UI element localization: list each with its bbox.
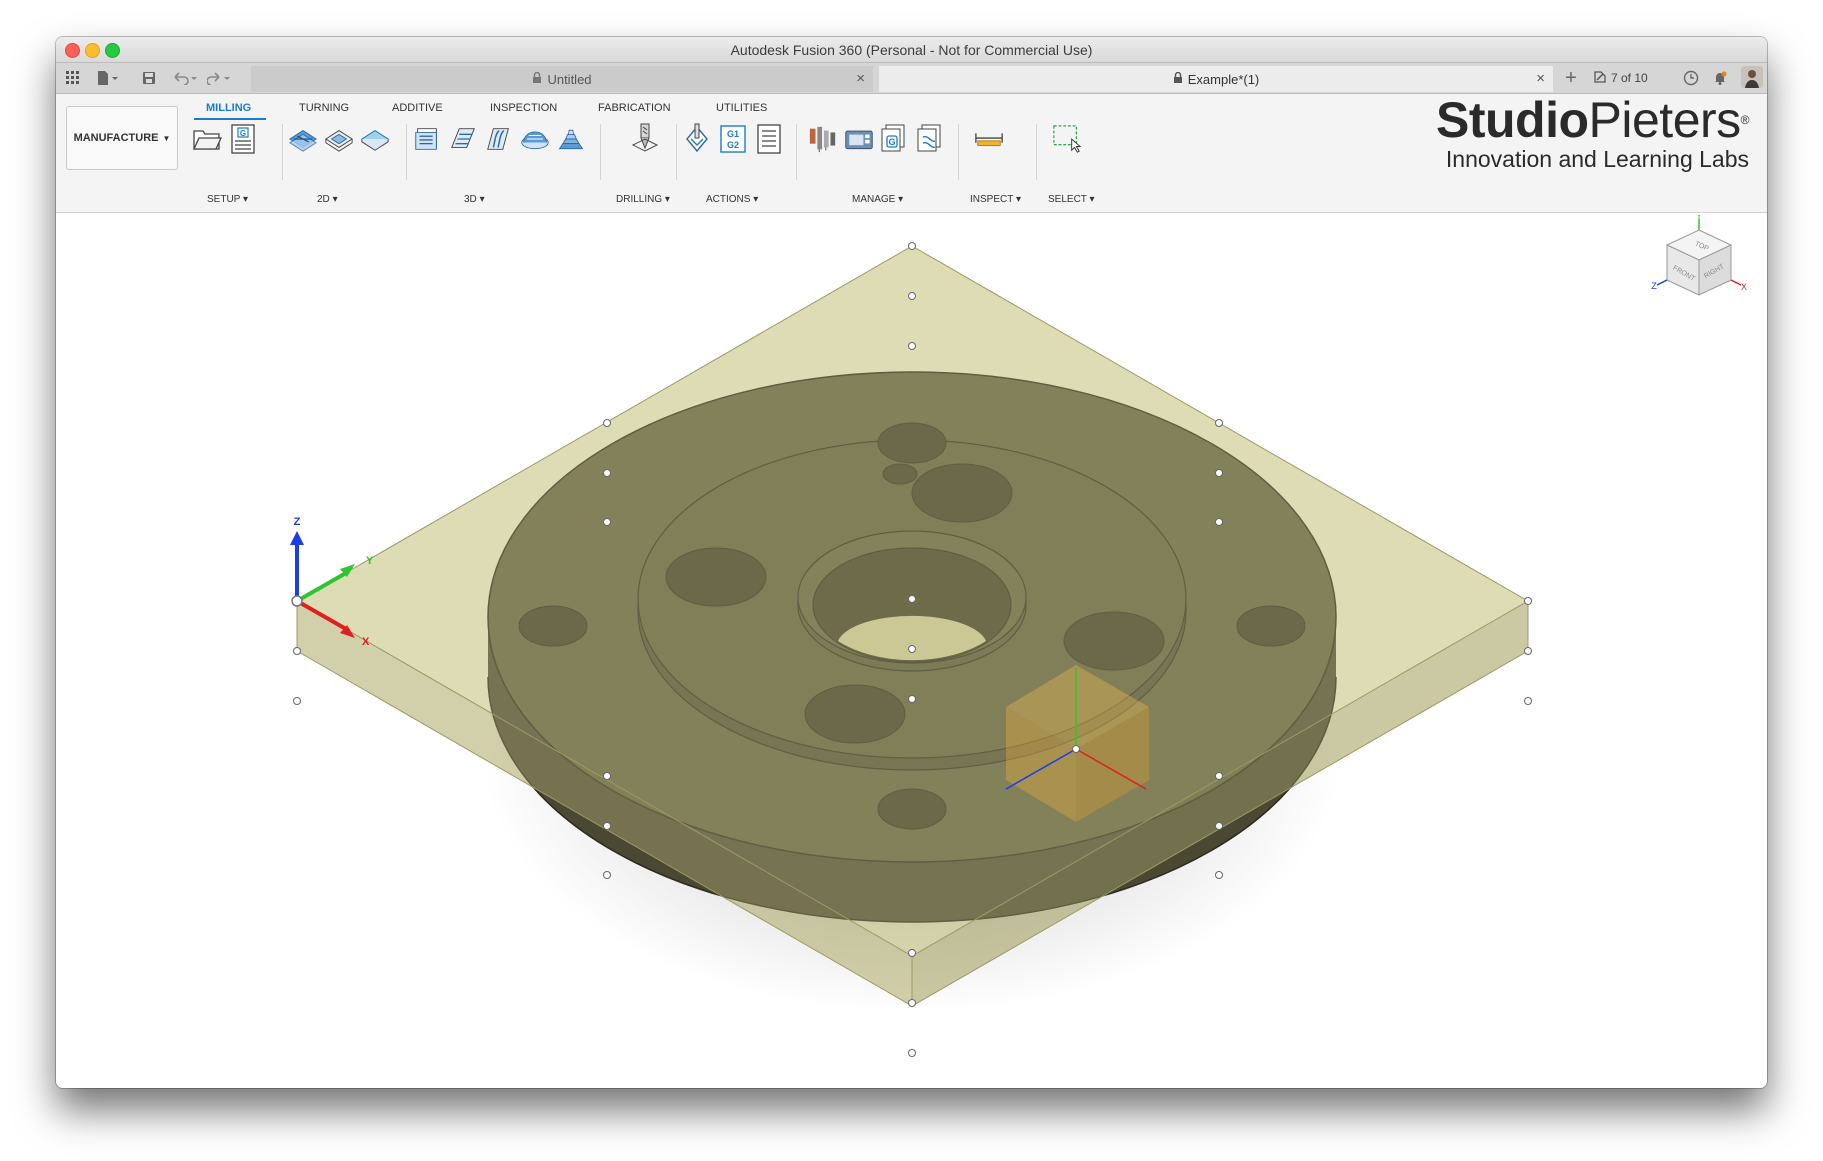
- brand-subtitle: Innovation and Learning Labs: [1445, 146, 1749, 172]
- document-tab-bar: Untitled × Example*(1) × + 7 of 10 ?: [56, 63, 1767, 94]
- triad-z-label: Z: [294, 516, 301, 528]
- app-window: Autodesk Fusion 360 (Personal - Not for …: [56, 37, 1767, 1088]
- ribbon: MANUFACTURE ▼ MILLING TURNING ADDITIVE I…: [56, 94, 1767, 213]
- apps-grid-icon[interactable]: [64, 68, 82, 88]
- tab-label: Example*(1): [1187, 71, 1260, 87]
- template-library-icon[interactable]: [914, 124, 944, 154]
- svg-text:G1: G1: [727, 129, 739, 139]
- divider: [406, 124, 407, 180]
- model-viewport[interactable]: Z Y X: [56, 213, 1767, 1088]
- tab-milling[interactable]: MILLING: [206, 102, 251, 114]
- undo-icon[interactable]: [171, 68, 199, 88]
- group-2d[interactable]: 2D ▾: [317, 194, 338, 205]
- group-3d[interactable]: 3D ▾: [464, 194, 485, 205]
- tab-inspection[interactable]: INSPECTION: [490, 102, 557, 114]
- 2d-adaptive-icon[interactable]: [288, 124, 318, 154]
- scallop-icon[interactable]: [556, 124, 586, 154]
- tab-example[interactable]: Example*(1) ×: [879, 66, 1553, 92]
- redo-icon[interactable]: [206, 68, 234, 88]
- graphics-canvas[interactable]: Z Y X TOP FRONT RIGHT Y X Z: [56, 211, 1767, 1088]
- notification-icon[interactable]: [1712, 66, 1730, 90]
- group-drilling[interactable]: DRILLING ▾: [616, 194, 670, 205]
- parallel-icon[interactable]: [520, 124, 550, 154]
- post-library-icon[interactable]: G: [878, 124, 908, 154]
- setup-folder-icon[interactable]: [192, 124, 222, 154]
- save-icon[interactable]: [140, 68, 158, 88]
- group-actions[interactable]: ACTIONS ▾: [706, 194, 758, 205]
- face-icon[interactable]: [360, 124, 390, 154]
- tool-library-icon[interactable]: [808, 124, 838, 154]
- new-tab-button[interactable]: +: [1559, 66, 1583, 90]
- viewcube-x-label: X: [1741, 282, 1747, 292]
- job-status[interactable]: 7 of 10: [1593, 66, 1663, 90]
- contour-icon[interactable]: [484, 124, 514, 154]
- svg-text:G: G: [888, 137, 895, 147]
- tab-label: Untitled: [547, 71, 592, 87]
- 3d-adaptive-icon[interactable]: [412, 124, 442, 154]
- triad-y-label: Y: [366, 555, 374, 567]
- close-tab-button[interactable]: ×: [856, 70, 865, 87]
- brand-name-bold: Studio: [1436, 92, 1589, 148]
- chevron-down-icon: ▼: [162, 133, 171, 143]
- tab-additive[interactable]: ADDITIVE: [392, 102, 443, 114]
- group-setup[interactable]: SETUP ▾: [207, 194, 248, 205]
- 3d-pocket-icon[interactable]: [448, 124, 478, 154]
- post-process-icon[interactable]: G1 G2: [718, 124, 748, 154]
- triad-x-label: X: [362, 636, 370, 648]
- window-title: Autodesk Fusion 360 (Personal - Not for …: [730, 42, 1093, 58]
- tab-fabrication[interactable]: FABRICATION: [598, 102, 671, 114]
- brand-logo: StudioPieters® Innovation and Learning L…: [1436, 92, 1750, 172]
- brand-name-regular: Pieters: [1588, 92, 1742, 148]
- tab-untitled[interactable]: Untitled ×: [251, 66, 873, 92]
- divider: [282, 124, 283, 180]
- lock-icon: [1173, 71, 1183, 86]
- svg-text:G: G: [240, 129, 246, 138]
- divider: [600, 124, 601, 180]
- file-menu-icon[interactable]: [94, 68, 122, 88]
- view-cube[interactable]: TOP FRONT RIGHT Y X Z: [1649, 211, 1749, 320]
- title-bar: Autodesk Fusion 360 (Personal - Not for …: [56, 37, 1767, 63]
- viewcube-z-label: Z: [1651, 281, 1657, 291]
- clock-icon[interactable]: [1683, 66, 1701, 90]
- divider: [1036, 124, 1037, 180]
- nc-program-icon[interactable]: G: [228, 124, 258, 154]
- job-status-icon: [1593, 70, 1607, 87]
- workspace-switcher[interactable]: MANUFACTURE ▼: [66, 106, 178, 170]
- drill-icon[interactable]: [630, 123, 660, 154]
- job-status-text: 7 of 10: [1611, 71, 1648, 85]
- group-inspect[interactable]: INSPECT ▾: [970, 194, 1021, 205]
- measure-icon[interactable]: [974, 124, 1004, 154]
- close-tab-button[interactable]: ×: [1536, 70, 1545, 87]
- setup-sheet-icon[interactable]: [754, 124, 784, 154]
- simulate-icon[interactable]: [682, 123, 712, 154]
- workspace-label: MANUFACTURE: [73, 132, 159, 144]
- group-manage[interactable]: MANAGE ▾: [852, 194, 903, 205]
- divider: [796, 124, 797, 180]
- select-window-icon[interactable]: [1052, 124, 1082, 154]
- lock-icon: [532, 71, 542, 86]
- group-select[interactable]: SELECT ▾: [1048, 194, 1095, 205]
- divider: [676, 124, 677, 180]
- active-tab-indicator: [194, 118, 266, 120]
- viewcube-y-label: Y: [1696, 215, 1702, 221]
- avatar[interactable]: [1741, 66, 1763, 88]
- registered-mark: ®: [1740, 113, 1750, 127]
- 2d-pocket-icon[interactable]: [324, 124, 354, 154]
- tab-turning[interactable]: TURNING: [299, 102, 349, 114]
- tab-utilities[interactable]: UTILITIES: [716, 102, 767, 114]
- divider: [958, 124, 959, 180]
- svg-text:G2: G2: [727, 140, 739, 150]
- machine-library-icon[interactable]: [844, 124, 874, 154]
